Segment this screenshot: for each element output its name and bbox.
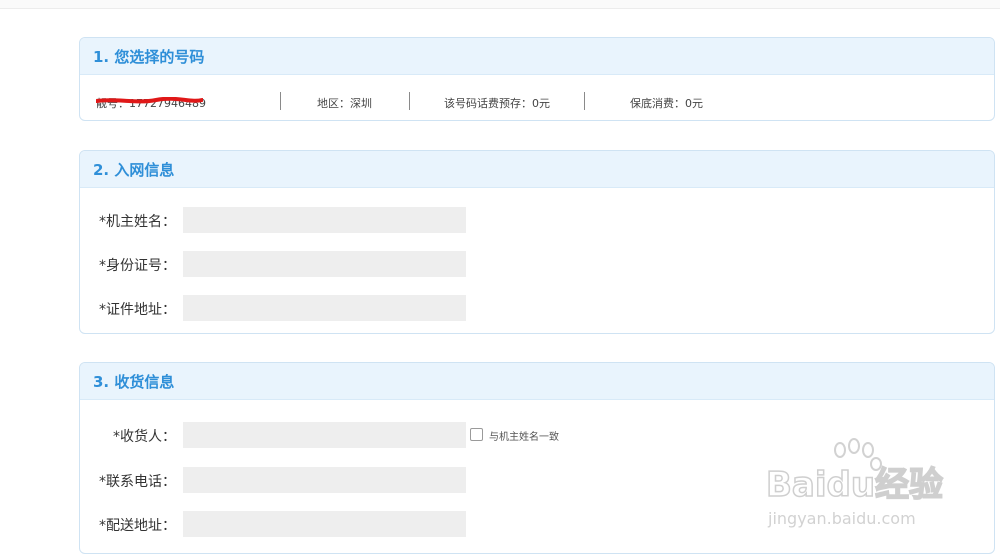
selected-number-header: 1. 您选择的号码 <box>80 38 994 75</box>
selected-number-panel: 1. 您选择的号码 靓号：17727946489 地区：深圳 该号码话费预存：0… <box>79 37 995 121</box>
delivery-info-header: 3. 收货信息 <box>80 363 994 400</box>
registration-info-header: 2. 入网信息 <box>80 151 994 188</box>
recipient-label: *收货人： <box>113 429 176 445</box>
section-title: 3. 收货信息 <box>93 372 175 391</box>
same-as-owner-label[interactable]: 与机主姓名一致 <box>489 428 559 443</box>
owner-name-input[interactable] <box>183 207 466 233</box>
region: 地区：深圳 <box>317 97 372 110</box>
section-title: 2. 入网信息 <box>93 160 175 179</box>
id-address-row: *证件地址： <box>80 295 994 321</box>
id-number-row: *身份证号： <box>80 251 994 277</box>
recipient-input[interactable] <box>183 422 466 448</box>
address-input[interactable] <box>183 511 466 537</box>
divider <box>584 92 585 110</box>
address-label: *配送地址： <box>99 518 176 534</box>
recipient-row: *收货人： 与机主姓名一致 <box>80 422 994 448</box>
redaction-scribble <box>96 97 203 104</box>
phone-input[interactable] <box>183 467 466 493</box>
id-number-input[interactable] <box>183 251 466 277</box>
address-row: *配送地址： <box>80 511 994 537</box>
phone-label: *联系电话： <box>99 474 176 490</box>
divider <box>409 92 410 110</box>
delivery-info-panel: 3. 收货信息 *收货人： 与机主姓名一致 *联系电话： *配送地址： <box>79 362 995 554</box>
prepay-amount: 该号码话费预存：0元 <box>444 97 550 110</box>
section-title: 1. 您选择的号码 <box>93 47 205 66</box>
id-number-label: *身份证号： <box>99 258 176 274</box>
id-address-input[interactable] <box>183 295 466 321</box>
top-divider <box>0 0 1000 9</box>
divider <box>280 92 281 110</box>
phone-row: *联系电话： <box>80 467 994 493</box>
id-address-label: *证件地址： <box>99 302 176 318</box>
registration-info-panel: 2. 入网信息 *机主姓名： *身份证号： *证件地址： <box>79 150 995 334</box>
minimum-spend: 保底消费：0元 <box>630 97 703 110</box>
same-as-owner-checkbox[interactable] <box>470 428 483 441</box>
owner-name-row: *机主姓名： <box>80 207 994 233</box>
number-info-row: 靓号：17727946489 地区：深圳 该号码话费预存：0元 保底消费：0元 <box>80 92 994 112</box>
owner-name-label: *机主姓名： <box>99 214 176 230</box>
